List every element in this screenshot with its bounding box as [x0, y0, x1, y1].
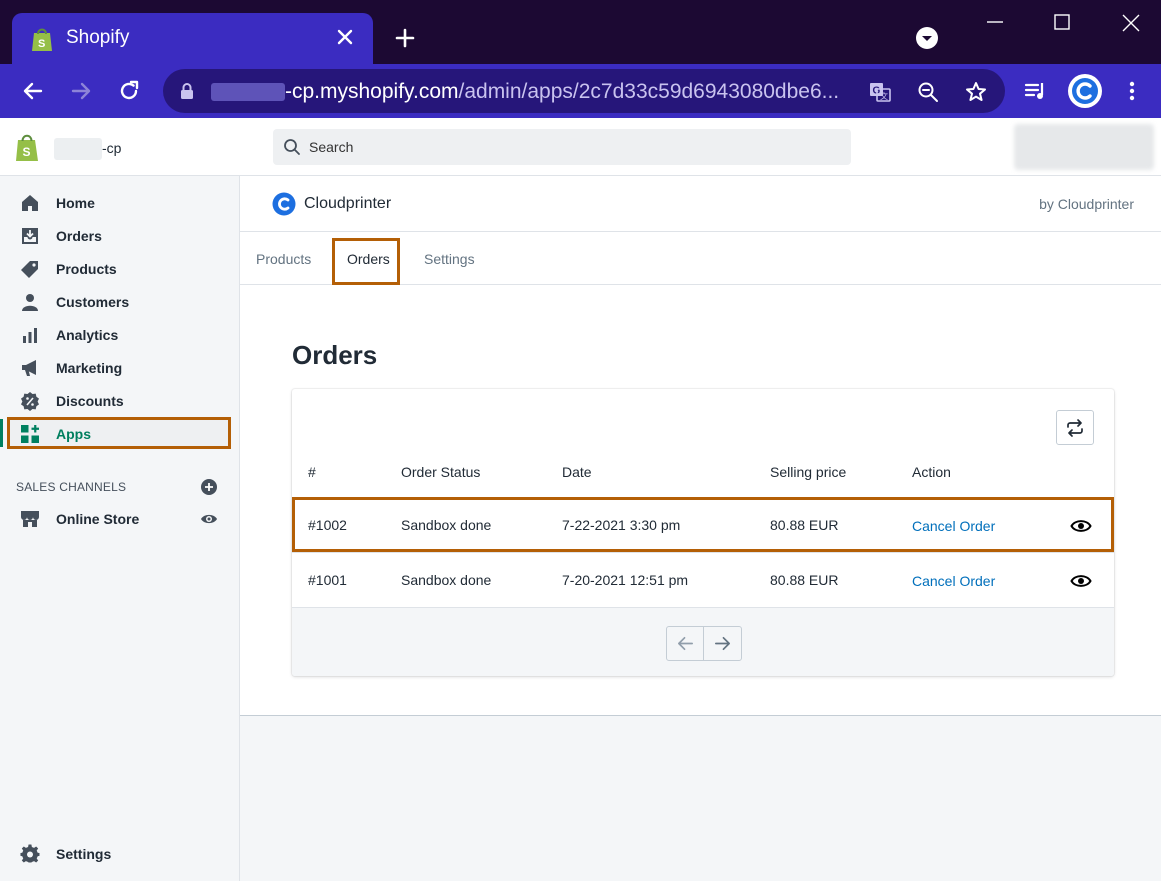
pagination	[666, 626, 742, 661]
cloudprinter-logo-icon	[272, 192, 296, 216]
sidebar-item-settings[interactable]: Settings	[0, 838, 240, 870]
order-id: #1001	[308, 572, 347, 588]
order-status: Sandbox done	[401, 517, 492, 533]
sidebar-item-customers[interactable]: Customers	[0, 286, 240, 318]
address-bar[interactable]: -cp.myshopify.com/admin/apps/2c7d33c59d6…	[163, 69, 1005, 113]
app-tab-bar: Products Orders Settings	[240, 232, 1161, 285]
tab-settings[interactable]: Settings	[424, 251, 475, 267]
column-header-date: Date	[562, 464, 592, 480]
person-icon	[22, 294, 38, 311]
tab-search-dropdown-icon[interactable]	[915, 26, 939, 50]
discount-icon	[21, 392, 39, 411]
sidebar-item-products[interactable]: Products	[0, 253, 240, 285]
browser-toolbar: -cp.myshopify.com/admin/apps/2c7d33c59d6…	[0, 64, 1161, 118]
app-developer[interactable]: by Cloudprinter	[1039, 196, 1134, 212]
browser-menu-icon[interactable]	[1120, 79, 1144, 103]
tab-title: Shopify	[66, 27, 130, 48]
view-order-eye-icon[interactable]	[1070, 570, 1092, 592]
media-queue-icon[interactable]	[1024, 79, 1048, 103]
svg-text:S: S	[38, 38, 45, 50]
table-row: #1001 Sandbox done 7-20-2021 12:51 pm 80…	[292, 552, 1114, 607]
order-id: #1002	[308, 517, 347, 533]
sidebar-item-marketing[interactable]: Marketing	[0, 352, 240, 384]
page-title: Orders	[292, 340, 378, 370]
add-circle-icon[interactable]	[200, 478, 218, 496]
previous-page-button[interactable]	[667, 627, 704, 660]
order-date: 7-22-2021 3:30 pm	[562, 517, 681, 533]
orders-card: # Order Status Date Selling price Action…	[292, 389, 1114, 676]
browser-tab-shopify[interactable]: S Shopify	[12, 13, 373, 64]
sidebar-item-orders[interactable]: Orders	[0, 220, 240, 252]
pagination-footer	[292, 607, 1114, 676]
app-name: Cloudprinter	[304, 195, 392, 212]
shopify-logo-icon[interactable]: S	[14, 132, 40, 162]
cancel-order-link[interactable]: Cancel Order	[912, 518, 995, 534]
orders-icon	[22, 228, 38, 244]
next-page-button[interactable]	[704, 627, 741, 660]
megaphone-icon	[22, 360, 36, 376]
redacted-store-host	[211, 83, 285, 101]
close-tab-icon[interactable]	[333, 25, 357, 49]
store-icon	[21, 511, 39, 527]
sales-channels-heading: SALES CHANNELS	[16, 480, 127, 494]
url-text: -cp.myshopify.com/admin/apps/2c7d33c59d6…	[285, 80, 840, 103]
order-date: 7-20-2021 12:51 pm	[562, 572, 689, 588]
extension-cloudprinter-icon[interactable]	[1068, 74, 1102, 108]
view-order-eye-icon[interactable]	[1070, 515, 1092, 537]
refresh-icon	[1067, 419, 1083, 437]
search-placeholder: Search	[309, 139, 354, 155]
tag-icon	[21, 261, 38, 278]
column-header-status: Order Status	[401, 464, 481, 480]
svg-text:文: 文	[880, 91, 888, 101]
sidebar-item-apps[interactable]: Apps	[0, 418, 240, 450]
minimize-icon[interactable]	[985, 12, 1005, 32]
gear-icon	[20, 844, 40, 863]
bar-chart-icon	[23, 328, 37, 343]
zoom-out-icon[interactable]	[916, 80, 940, 104]
forward-arrow-icon[interactable]	[69, 79, 93, 103]
tab-products[interactable]: Products	[256, 251, 311, 267]
home-icon	[22, 195, 38, 211]
lock-icon[interactable]	[179, 82, 195, 100]
refresh-button[interactable]	[1056, 410, 1094, 445]
sidebar-item-home[interactable]: Home	[0, 187, 240, 219]
admin-topbar: S -cp Search	[0, 118, 1161, 176]
tab-orders[interactable]: Orders	[347, 251, 390, 267]
bookmark-star-icon[interactable]	[964, 80, 988, 104]
admin-sidebar: Home Orders Products Customers Analytics	[0, 176, 240, 881]
svg-text:S: S	[23, 145, 31, 159]
cancel-order-link[interactable]: Cancel Order	[912, 573, 995, 589]
shopify-bag-icon: S	[32, 28, 52, 51]
column-header-price: Selling price	[770, 464, 847, 480]
close-window-icon[interactable]	[1120, 12, 1142, 34]
view-store-eye-icon[interactable]	[200, 510, 218, 528]
maximize-icon[interactable]	[1052, 12, 1072, 32]
arrow-right-icon	[714, 636, 731, 651]
reload-icon[interactable]	[117, 79, 141, 103]
back-arrow-icon[interactable]	[21, 79, 45, 103]
arrow-left-icon	[677, 636, 694, 651]
translate-icon[interactable]: G 文	[868, 80, 892, 104]
order-price: 80.88 EUR	[770, 517, 839, 533]
sidebar-item-discounts[interactable]: Discounts	[0, 385, 240, 417]
search-icon	[284, 139, 300, 155]
store-name[interactable]: -cp	[102, 140, 121, 156]
column-header-action: Action	[912, 464, 951, 480]
app-header: Cloudprinter by Cloudprinter	[240, 176, 1161, 232]
search-input[interactable]: Search	[273, 129, 851, 165]
order-status: Sandbox done	[401, 572, 492, 588]
apps-icon	[21, 425, 39, 443]
new-tab-icon[interactable]	[393, 26, 417, 50]
order-price: 80.88 EUR	[770, 572, 839, 588]
redacted-store-name	[54, 138, 102, 160]
account-menu[interactable]	[1014, 124, 1154, 170]
app-main-panel: Cloudprinter by Cloudprinter Products Or…	[240, 176, 1161, 716]
column-header-id: #	[308, 464, 316, 480]
table-row: #1002 Sandbox done 7-22-2021 3:30 pm 80.…	[292, 497, 1114, 552]
browser-titlebar: S Shopify	[0, 0, 1161, 64]
sidebar-item-analytics[interactable]: Analytics	[0, 319, 240, 351]
